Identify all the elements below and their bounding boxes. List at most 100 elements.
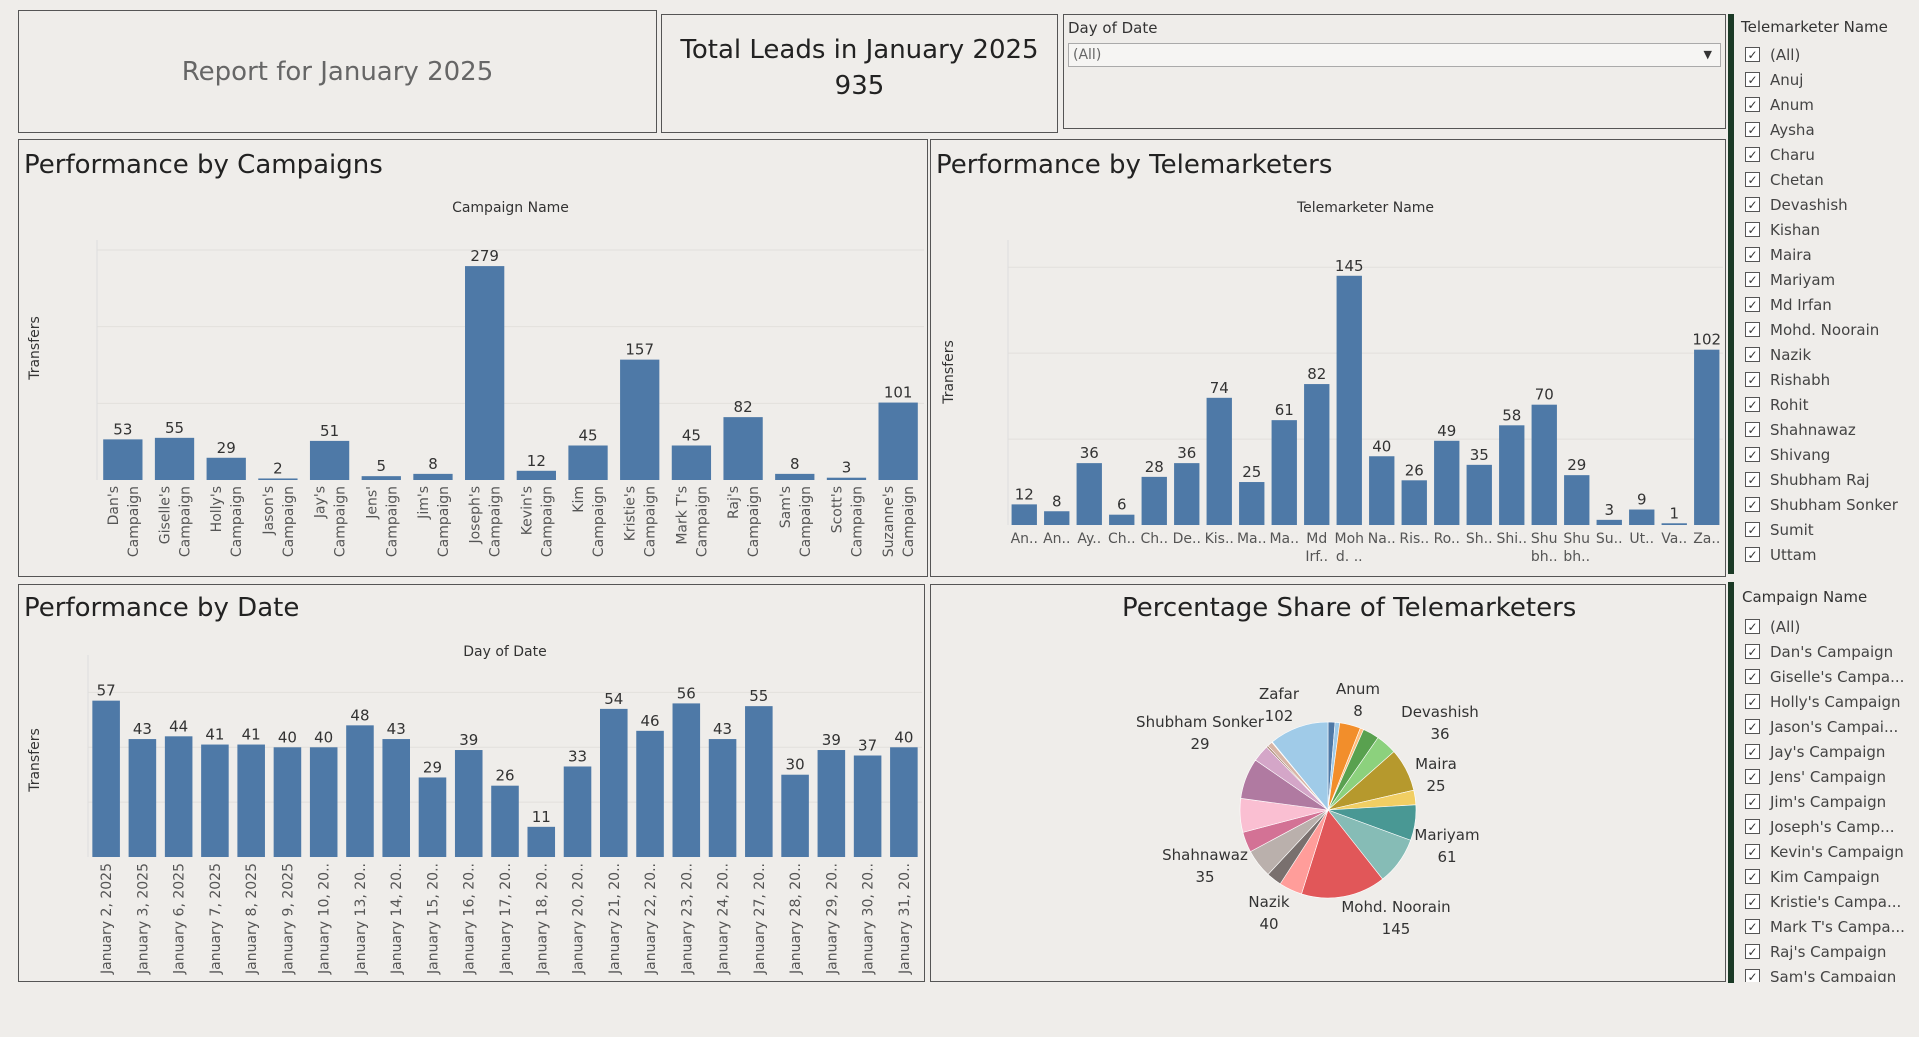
- checkbox-icon[interactable]: ✓: [1745, 919, 1760, 934]
- telemarketer-filter-item-label: Uttam: [1770, 545, 1817, 564]
- checkbox-icon[interactable]: ✓: [1745, 894, 1760, 909]
- telemarketer-filter-item[interactable]: ✓ Sumit: [1745, 517, 1913, 542]
- campaign-filter-item[interactable]: ✓ Kevin's Campaign: [1745, 839, 1913, 864]
- checkbox-icon[interactable]: ✓: [1745, 819, 1760, 834]
- checkbox-icon[interactable]: ✓: [1745, 944, 1760, 959]
- checkbox-icon[interactable]: ✓: [1745, 222, 1760, 237]
- checkbox-icon[interactable]: ✓: [1745, 447, 1760, 462]
- telemarketer-filter-item[interactable]: ✓ (All): [1745, 42, 1913, 67]
- campaign-filter-item-label: Jens' Campaign: [1770, 767, 1887, 786]
- checkbox-icon[interactable]: ✓: [1745, 769, 1760, 784]
- telemarketer-filter-item-label: Maira: [1770, 245, 1812, 264]
- checkbox-icon[interactable]: ✓: [1745, 47, 1760, 62]
- telemarketer-filter-item[interactable]: ✓ Uttam: [1745, 542, 1913, 567]
- checkbox-icon[interactable]: ✓: [1745, 619, 1760, 634]
- checkbox-icon[interactable]: ✓: [1745, 347, 1760, 362]
- campaign-filter-item[interactable]: ✓ Jens' Campaign: [1745, 764, 1913, 789]
- checkbox-icon[interactable]: ✓: [1745, 147, 1760, 162]
- telemarketer-filter-item-label: Shivang: [1770, 445, 1831, 464]
- campaign-filter-item-label: Sam's Campaign: [1770, 967, 1897, 983]
- checkbox-icon[interactable]: ✓: [1745, 522, 1760, 537]
- telemarketer-filter-list: ✓ (All) ✓ Anuj ✓ Anum ✓ Aysha ✓ Charu ✓ Chetan ✓ Deva…: [1745, 42, 1913, 574]
- date-filter-label: Day of Date: [1068, 19, 1158, 37]
- campaign-filter-item-label: Kevin's Campaign: [1770, 842, 1904, 861]
- checkbox-icon[interactable]: ✓: [1745, 247, 1760, 262]
- campaign-filter-item-label: Jim's Campaign: [1770, 792, 1887, 811]
- telemarketer-filter-item[interactable]: ✓ Kishan: [1745, 217, 1913, 242]
- telemarketer-chart-panel: Performance by Telemarketers: [930, 139, 1726, 577]
- checkbox-icon[interactable]: ✓: [1745, 72, 1760, 87]
- date-chart-title: Performance by Date: [24, 593, 300, 623]
- telemarketer-filter-item-label: Charu: [1770, 145, 1815, 164]
- campaign-filter-item-label: Kristie's Campa...: [1770, 892, 1902, 911]
- campaign-filter-panel: Campaign Name ✓ (All) ✓ Dan's Campaign ✓ Gise…: [1737, 584, 1917, 982]
- checkbox-icon[interactable]: ✓: [1745, 197, 1760, 212]
- checkbox-icon[interactable]: ✓: [1745, 719, 1760, 734]
- telemarketer-filter-item-label: Shubham Raj: [1770, 470, 1870, 489]
- date-filter-dropdown[interactable]: (All) ▼: [1068, 43, 1721, 67]
- telemarketer-filter-item[interactable]: ✓ Aysha: [1745, 117, 1913, 142]
- telemarketer-filter-item-label: Mariyam: [1770, 270, 1836, 289]
- telemarketer-filter-item-label: Md Irfan: [1770, 295, 1832, 314]
- telemarketer-filter-item[interactable]: ✓ Anuj: [1745, 67, 1913, 92]
- campaign-filter-item[interactable]: ✓ Dan's Campaign: [1745, 639, 1913, 664]
- checkbox-icon[interactable]: ✓: [1745, 497, 1760, 512]
- checkbox-icon[interactable]: ✓: [1745, 794, 1760, 809]
- checkbox-icon[interactable]: ✓: [1745, 547, 1760, 562]
- telemarketer-filter-item[interactable]: ✓ Shahnawaz: [1745, 417, 1913, 442]
- telemarketer-filter-item[interactable]: ✓ Md Irfan: [1745, 292, 1913, 317]
- telemarketer-filter-item[interactable]: ✓ Shivang: [1745, 442, 1913, 467]
- campaign-filter-item[interactable]: ✓ Giselle's Campa...: [1745, 664, 1913, 689]
- telemarketer-filter-item[interactable]: ✓ Rishabh: [1745, 367, 1913, 392]
- telemarketer-filter-item[interactable]: ✓ Devashish: [1745, 192, 1913, 217]
- telemarketer-filter-item[interactable]: ✓ Mohd. Noorain: [1745, 317, 1913, 342]
- campaign-filter-item[interactable]: ✓ Kim Campaign: [1745, 864, 1913, 889]
- campaign-filter-item-label: Kim Campaign: [1770, 867, 1880, 886]
- telemarketer-filter-item[interactable]: ✓ Mariyam: [1745, 267, 1913, 292]
- checkbox-icon[interactable]: ✓: [1745, 694, 1760, 709]
- checkbox-icon[interactable]: ✓: [1745, 322, 1760, 337]
- checkbox-icon[interactable]: ✓: [1745, 969, 1760, 982]
- date-filter-value: (All): [1073, 47, 1102, 63]
- telemarketer-filter-item-label: Rohit: [1770, 395, 1809, 414]
- telemarketer-filter-item[interactable]: ✓ Anum: [1745, 92, 1913, 117]
- checkbox-icon[interactable]: ✓: [1745, 644, 1760, 659]
- checkbox-icon[interactable]: ✓: [1745, 297, 1760, 312]
- campaign-filter-item[interactable]: ✓ Jim's Campaign: [1745, 789, 1913, 814]
- campaign-filter-item[interactable]: ✓ (All): [1745, 614, 1913, 639]
- date-chart-panel: Performance by Date: [18, 584, 925, 982]
- campaign-filter-item[interactable]: ✓ Joseph's Camp...: [1745, 814, 1913, 839]
- checkbox-icon[interactable]: ✓: [1745, 372, 1760, 387]
- campaign-filter-item[interactable]: ✓ Sam's Campaign: [1745, 964, 1913, 982]
- campaign-filter-item[interactable]: ✓ Jason's Campai...: [1745, 714, 1913, 739]
- checkbox-icon[interactable]: ✓: [1745, 744, 1760, 759]
- campaign-filter-item[interactable]: ✓ Mark T's Campa...: [1745, 914, 1913, 939]
- checkbox-icon[interactable]: ✓: [1745, 272, 1760, 287]
- checkbox-icon[interactable]: ✓: [1745, 422, 1760, 437]
- checkbox-icon[interactable]: ✓: [1745, 472, 1760, 487]
- chevron-down-icon[interactable]: ▼: [1704, 44, 1712, 66]
- telemarketer-filter-item-label: Mohd. Noorain: [1770, 320, 1880, 339]
- telemarketer-filter-item[interactable]: ✓ Shubham Sonker: [1745, 492, 1913, 517]
- telemarketer-filter-item[interactable]: ✓ Maira: [1745, 242, 1913, 267]
- campaign-filter-item[interactable]: ✓ Holly's Campaign: [1745, 689, 1913, 714]
- campaign-filter-item-label: Dan's Campaign: [1770, 642, 1894, 661]
- kpi-panel: Total Leads in January 2025 935: [661, 14, 1058, 133]
- telemarketer-filter-item[interactable]: ✓ Chetan: [1745, 167, 1913, 192]
- checkbox-icon[interactable]: ✓: [1745, 97, 1760, 112]
- checkbox-icon[interactable]: ✓: [1745, 869, 1760, 884]
- telemarketer-filter-item[interactable]: ✓ Shubham Raj: [1745, 467, 1913, 492]
- checkbox-icon[interactable]: ✓: [1745, 397, 1760, 412]
- telemarketer-filter-item[interactable]: ✓ Nazik: [1745, 342, 1913, 367]
- checkbox-icon[interactable]: ✓: [1745, 172, 1760, 187]
- checkbox-icon[interactable]: ✓: [1745, 669, 1760, 684]
- checkbox-icon[interactable]: ✓: [1745, 122, 1760, 137]
- campaign-filter-item[interactable]: ✓ Jay's Campaign: [1745, 739, 1913, 764]
- campaign-filter-item[interactable]: ✓ Raj's Campaign: [1745, 939, 1913, 964]
- checkbox-icon[interactable]: ✓: [1745, 844, 1760, 859]
- telemarketer-filter-item[interactable]: ✓ Charu: [1745, 142, 1913, 167]
- campaign-filter-title: Campaign Name: [1742, 588, 1868, 606]
- campaign-filter-item[interactable]: ✓ Kristie's Campa...: [1745, 889, 1913, 914]
- date-filter-panel: Day of Date (All) ▼: [1063, 14, 1726, 129]
- telemarketer-filter-item[interactable]: ✓ Rohit: [1745, 392, 1913, 417]
